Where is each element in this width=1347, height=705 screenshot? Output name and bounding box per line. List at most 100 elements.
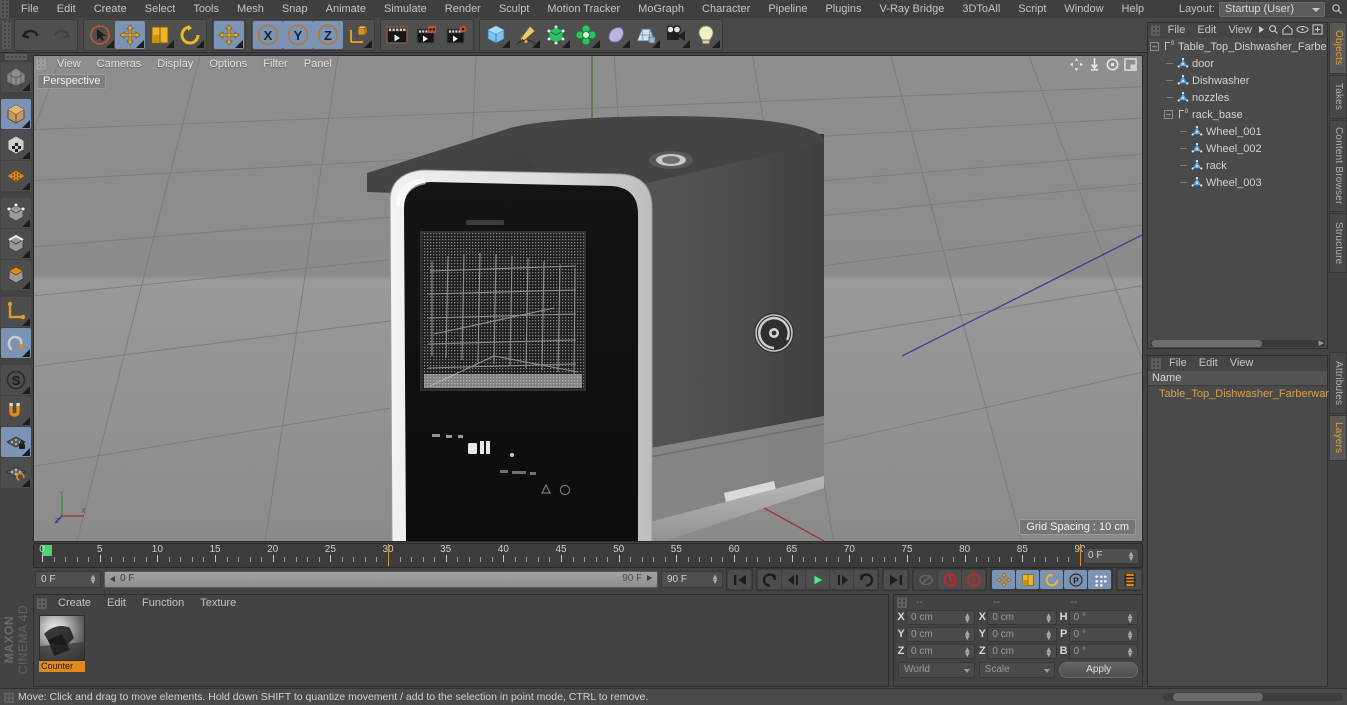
add-layer-icon[interactable] (1312, 23, 1323, 38)
material-menu-edit[interactable]: Edit (99, 595, 134, 611)
menu-item-simulate[interactable]: Simulate (375, 0, 436, 18)
material-preview-thumbnail[interactable] (39, 615, 85, 661)
spinner-icon[interactable]: ▲ ▼ (1045, 628, 1053, 641)
preview-range-end[interactable]: 90 F (622, 573, 653, 584)
redo-button[interactable] (46, 21, 76, 49)
move-tool[interactable] (115, 21, 145, 49)
object-label[interactable]: Table_Top_Dishwasher_Farberware (1178, 41, 1327, 53)
axis-modification-button[interactable] (1, 297, 31, 327)
hscroll-thumb[interactable] (1152, 340, 1262, 347)
position-x-input[interactable]: 0 cm ▲ ▼ (906, 609, 976, 625)
menu-item-tools[interactable]: Tools (184, 0, 228, 18)
transform-mode-dropdown[interactable]: Scale (978, 662, 1056, 678)
object-label[interactable]: rack_base (1192, 109, 1243, 121)
material-name-label[interactable]: Counter (39, 661, 85, 672)
menu-item-select[interactable]: Select (136, 0, 185, 18)
layer-label[interactable]: Table_Top_Dishwasher_Farberware (1159, 388, 1335, 400)
left-toolbar-grip[interactable] (5, 54, 27, 60)
point-mode-button[interactable] (1, 198, 31, 228)
viewport-menu-grip[interactable] (36, 58, 46, 70)
eye-icon[interactable] (1296, 25, 1309, 37)
rotate-view-icon[interactable] (1106, 58, 1119, 74)
parameter-key-toggle[interactable]: P (1064, 570, 1087, 589)
point-level-animation-toggle[interactable] (1088, 570, 1111, 589)
magnet-tool-button[interactable] (1, 396, 31, 426)
z-axis-lock[interactable]: Z (313, 21, 343, 49)
menu-item-window[interactable]: Window (1055, 0, 1112, 18)
spinner-icon[interactable]: ▲ ▼ (1126, 645, 1134, 658)
dolly-view-icon[interactable] (1088, 58, 1101, 74)
object-label[interactable]: rack (1206, 160, 1227, 172)
workplane-lock-button[interactable] (1, 427, 31, 457)
autokeying-button[interactable] (914, 570, 937, 589)
object-row[interactable]: Wheel_003 (1148, 174, 1327, 191)
spinner-icon[interactable]: ▲ ▼ (89, 573, 97, 586)
menu-item-animate[interactable]: Animate (317, 0, 375, 18)
rotation-key-toggle[interactable] (1040, 570, 1063, 589)
search-icon[interactable] (1268, 24, 1279, 38)
menu-item-plugins[interactable]: Plugins (816, 0, 870, 18)
layer-menu-edit[interactable]: Edit (1193, 356, 1224, 371)
end-frame-field[interactable]: 90 F ▲ ▼ (661, 571, 723, 588)
menu-item-snap[interactable]: Snap (273, 0, 317, 18)
timeline-frame-field[interactable]: 0 F ▲ ▼ (1083, 548, 1139, 564)
menu-item-motion-tracker[interactable]: Motion Tracker (538, 0, 629, 18)
keyframe-selection-button[interactable]: ? (962, 570, 985, 589)
model-mode-button[interactable] (1, 99, 31, 129)
viewport-camera-label[interactable]: Perspective (37, 74, 107, 89)
step-back-button[interactable] (782, 570, 805, 589)
size-y-input[interactable]: 0 cm ▲ ▼ (987, 626, 1057, 642)
rotation-b-input[interactable]: 0 ° ▲ ▼ (1068, 643, 1138, 659)
edge-mode-button[interactable] (1, 229, 31, 259)
polygon-mode-button[interactable] (1, 260, 31, 290)
x-axis-lock[interactable]: X (253, 21, 283, 49)
go-to-start-button[interactable] (728, 570, 751, 589)
layer-rows[interactable]: Table_Top_Dishwasher_Farberware (1148, 386, 1335, 402)
viewport-menu-cameras[interactable]: Cameras (89, 56, 150, 72)
make-editable-button[interactable] (1, 62, 31, 92)
current-frame-field[interactable]: 0 F ▲ ▼ (35, 571, 101, 588)
spinner-icon[interactable]: ▲ ▼ (963, 645, 971, 658)
layer-row[interactable]: Table_Top_Dishwasher_Farberware (1148, 386, 1335, 402)
object-label[interactable]: Wheel_002 (1206, 143, 1262, 155)
material-slot[interactable]: Counter (39, 615, 85, 673)
viewport-menu-view[interactable]: View (49, 56, 89, 72)
timeline-marker[interactable] (388, 544, 389, 566)
play-forwards-button[interactable] (806, 570, 829, 589)
material-menu-texture[interactable]: Texture (192, 595, 244, 611)
add-spline-pen[interactable] (511, 21, 541, 49)
spinner-icon[interactable]: ▲ ▼ (1045, 611, 1053, 624)
menu-item-mograph[interactable]: MoGraph (629, 0, 693, 18)
panel-tab-structure[interactable]: Structure (1329, 213, 1347, 273)
status-bar-grip[interactable] (4, 691, 14, 703)
layout-dropdown[interactable]: Startup (User) (1219, 1, 1325, 17)
add-generator[interactable] (541, 21, 571, 49)
material-manager-grip[interactable] (37, 597, 47, 609)
step-forward-button[interactable] (830, 570, 853, 589)
scroll-right-arrow[interactable]: ▶ (1319, 340, 1324, 347)
workplane-align-button[interactable] (1, 458, 31, 488)
object-menu-view[interactable]: View (1222, 23, 1258, 38)
spinner-icon[interactable]: ▲ ▼ (963, 611, 971, 624)
move-axis-tool[interactable] (214, 21, 244, 49)
spinner-icon[interactable]: ▲ ▼ (1127, 550, 1135, 563)
rotation-h-input[interactable]: 0 ° ▲ ▼ (1068, 609, 1138, 625)
collapse-toggle-icon[interactable]: – (1150, 42, 1159, 51)
record-active-objects-button[interactable] (938, 570, 961, 589)
object-manager-grip[interactable] (1151, 25, 1160, 36)
viewport-menu-filter[interactable]: Filter (255, 56, 295, 72)
menu-item-script[interactable]: Script (1009, 0, 1055, 18)
object-label[interactable]: Wheel_003 (1206, 177, 1262, 189)
position-z-input[interactable]: 0 cm ▲ ▼ (906, 643, 976, 659)
menu-item-3dtoall[interactable]: 3DToAll (953, 0, 1009, 18)
y-axis-lock[interactable]: Y (283, 21, 313, 49)
status-scroll-thumb[interactable] (1173, 693, 1263, 701)
size-x-input[interactable]: 0 cm ▲ ▼ (987, 609, 1057, 625)
spinner-icon[interactable]: ▲ ▼ (1126, 628, 1134, 641)
object-row[interactable]: nozzles (1148, 89, 1327, 106)
viewport-menu-options[interactable]: Options (201, 56, 255, 72)
panel-tab-layers[interactable]: Layers (1329, 415, 1347, 461)
object-menu-file[interactable]: File (1162, 23, 1192, 38)
layer-menu-file[interactable]: File (1163, 356, 1193, 371)
timeline-playhead[interactable] (1080, 544, 1081, 566)
